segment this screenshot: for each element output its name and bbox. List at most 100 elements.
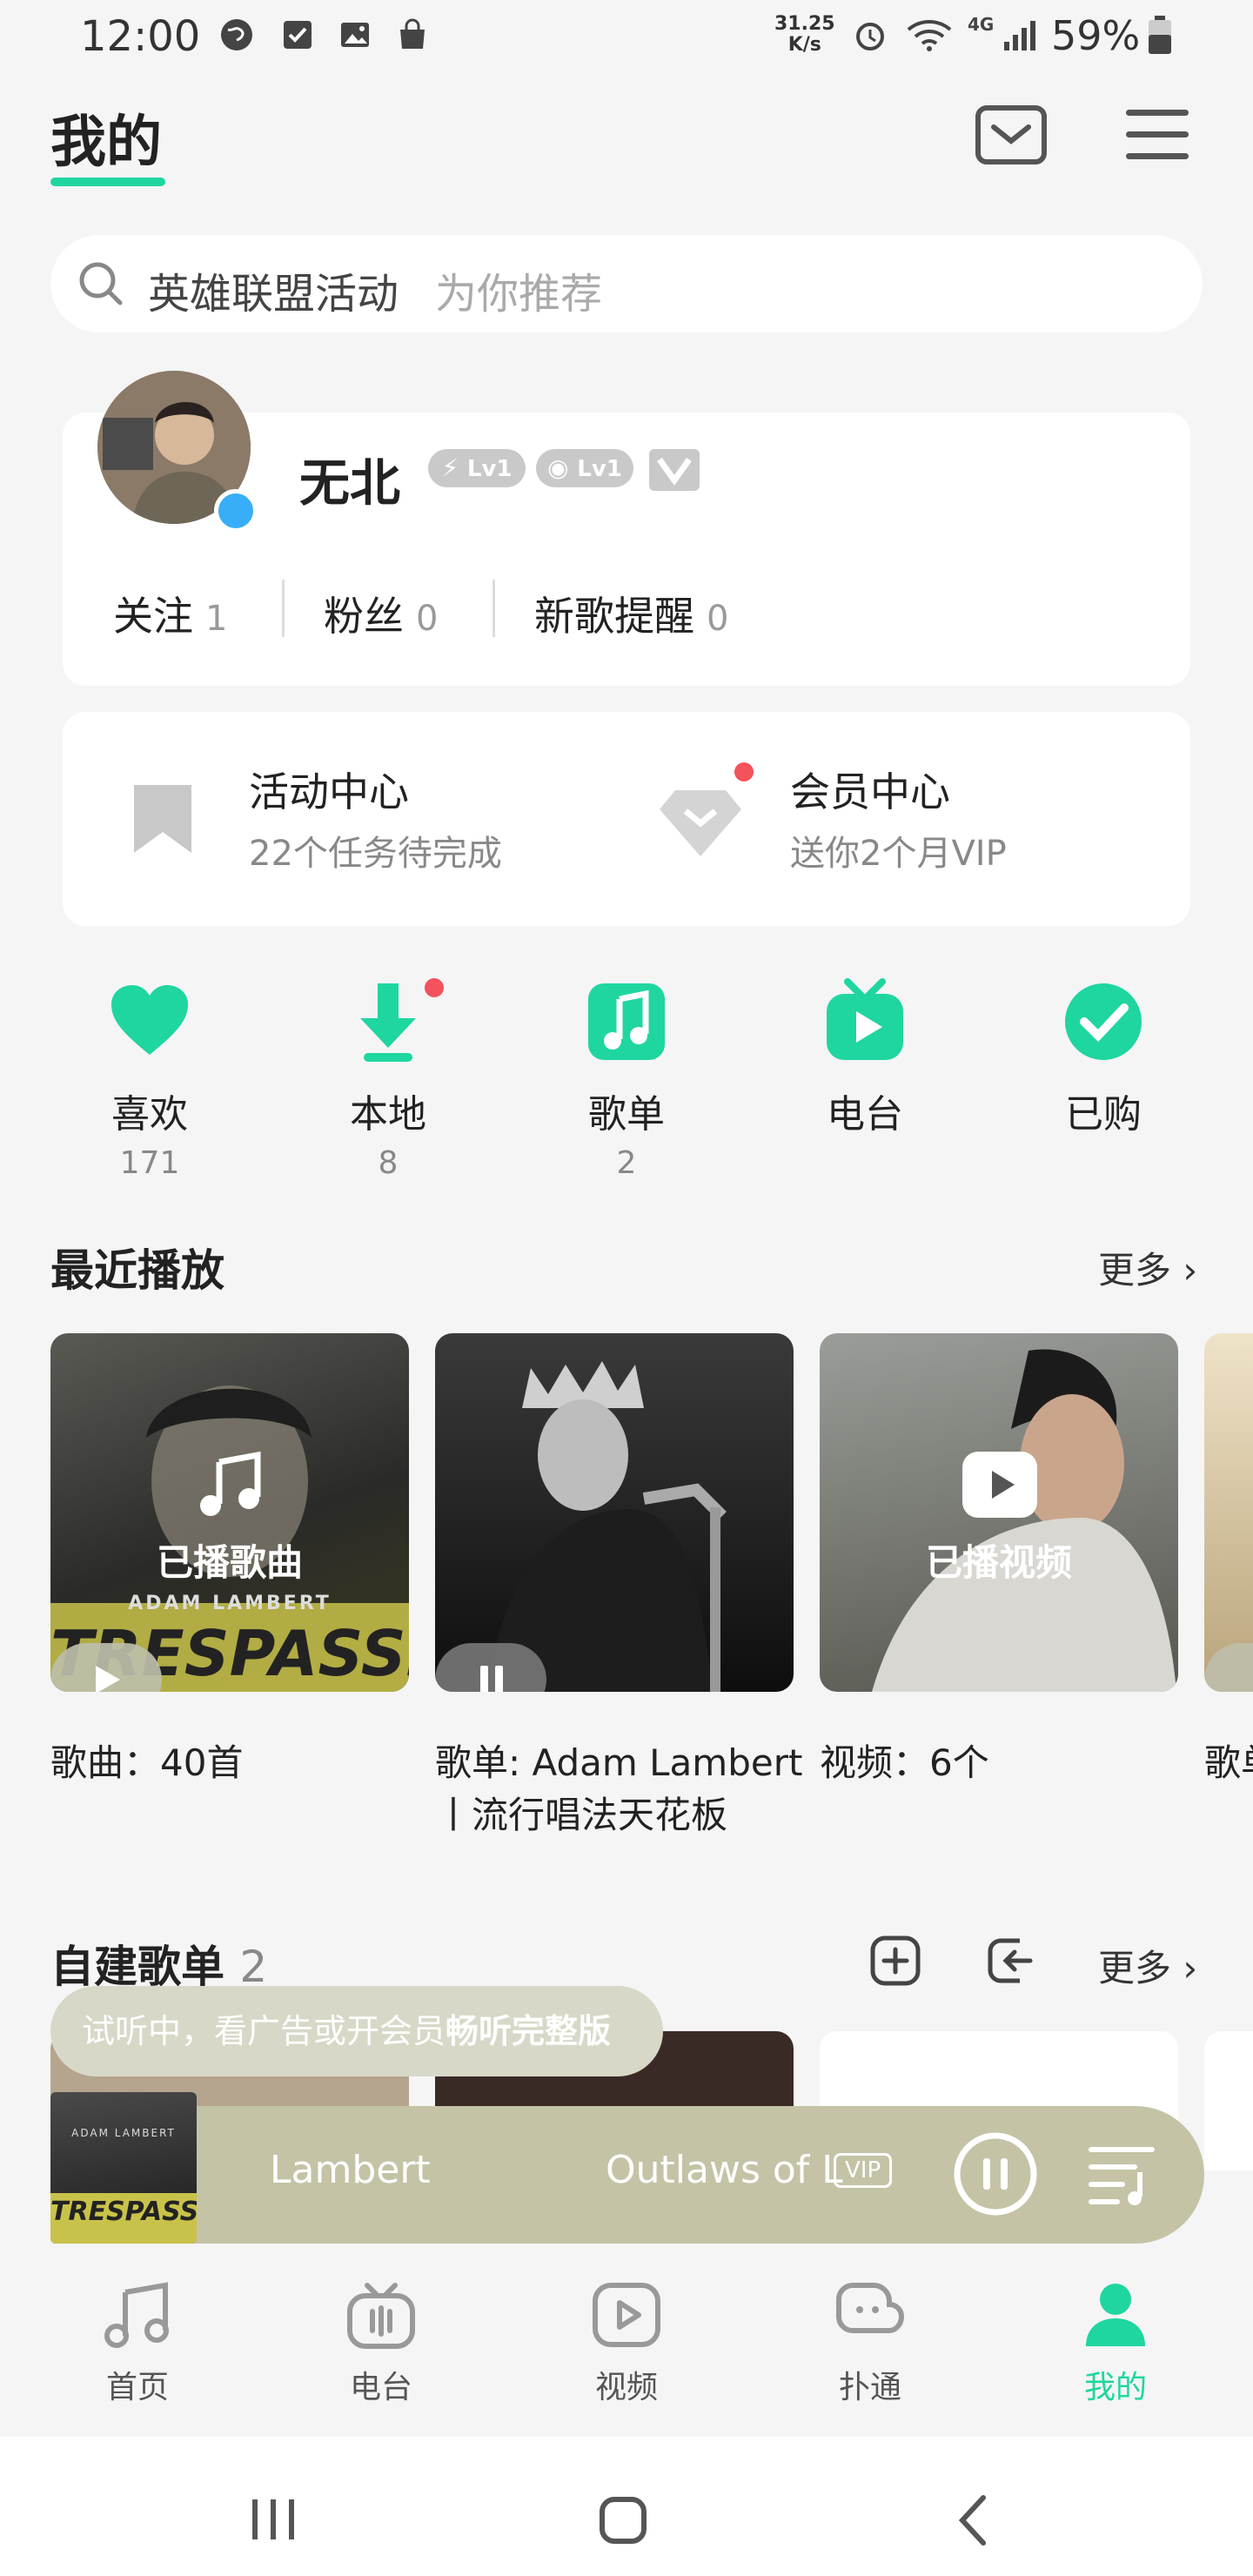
play-button[interactable] [1204,1643,1253,1692]
pause-icon [480,1666,503,1692]
vip-badge-icon[interactable] [649,449,700,491]
search-bar[interactable]: 英雄联盟活动 为你推荐 [50,235,1203,332]
activity-center-title: 活动中心 [249,768,409,815]
play-icon [96,1666,120,1692]
playlist-queue-icon[interactable] [1088,2141,1156,2207]
system-nav-bar [0,2437,1253,2576]
recent-playlist-tile-2[interactable] [1204,1333,1253,1692]
activity-center-subtitle: 22个任务待完成 [249,834,502,874]
player-artist: Lambert [270,2148,431,2192]
username[interactable]: 无北 [299,442,400,515]
trial-toast[interactable]: 试听中，看广告或开会员畅听完整版 [50,1986,663,2076]
tab-video[interactable]: 视频 [548,2280,705,2407]
search-icon [79,262,123,305]
online-badge [214,489,258,533]
pause-button[interactable] [435,1643,546,1692]
alarm-icon [856,23,884,50]
globe-icon [221,19,252,50]
level-badge-lightning[interactable]: ⚡ Lv1 [428,449,526,487]
vip-center-entry[interactable]: 会员中心 送你2个月VIP [658,750,1163,889]
tab-home[interactable]: 首页 [59,2280,216,2407]
music-note-icon [588,983,665,1060]
playlist-card[interactable] [1204,2031,1253,2170]
cover-artist-text: ADAM LAMBERT [71,2127,176,2139]
player-song-title: Outlaws of L [606,2148,843,2192]
quick-label: 本地 [350,1092,426,1137]
quick-count: 171 [119,1145,180,1181]
recent-title: 最近播放 [50,1245,224,1296]
tab-label: 首页 [105,2370,169,2405]
radio-icon [347,2283,415,2349]
tab-radio[interactable]: 电台 [303,2280,459,2407]
quick-liked[interactable]: 喜欢 171 [71,978,228,1181]
quick-count: 8 [378,1145,399,1181]
music-note-icon [200,1452,261,1516]
level-badge-disc[interactable]: ◉ Lv1 [536,449,633,487]
vip-center-title: 会员中心 [790,768,950,815]
check-circle-icon [1065,983,1142,1060]
notification-dot [425,978,444,997]
recent-more-link[interactable]: 更多 › [1098,1241,1197,1294]
divider [282,580,285,637]
image-icon [341,23,369,47]
network-type: 4G [968,14,995,35]
play-video-icon [962,1452,1037,1518]
custom-playlists-more-link[interactable]: 更多 › [1098,1939,1197,1992]
quick-radio[interactable]: 电台 [787,978,943,1138]
tab-putong[interactable]: 扑通 [792,2280,948,2407]
album-artist-text: ADAM LAMBERT [128,1593,332,1614]
quick-playlists[interactable]: 歌单 2 [548,978,705,1181]
vip-tag: VIP [834,2153,893,2188]
battery-percent: 59% [1051,12,1141,59]
person-icon [1086,2284,1145,2346]
network-speed: 31.25 K/s [774,13,835,56]
divider [492,580,495,637]
home-icon[interactable] [599,2496,647,2545]
video-play-icon [593,2283,660,2347]
checkbox-icon [284,21,312,49]
activity-center-entry[interactable]: 活动中心 22个任务待完成 [122,750,609,889]
heart-icon [111,985,188,1055]
radio-tv-icon [827,978,903,1060]
menu-icon[interactable] [1126,108,1189,162]
tile-overlay-label: 已播歌曲 [156,1541,303,1584]
player-cover[interactable]: ADAM LAMBERT TRESPASSING [50,2092,197,2244]
music-note-icon [104,2282,169,2348]
recent-apps-icon[interactable] [249,2498,298,2541]
tile-overlay-label: 已播视频 [925,1541,1072,1584]
quick-local[interactable]: 本地 8 [310,978,466,1181]
page-title[interactable]: 我的 [50,97,162,178]
title-underline [50,178,165,186]
pause-icon[interactable] [952,2130,1039,2217]
play-button[interactable] [50,1643,162,1692]
tab-label: 视频 [594,2370,658,2405]
vip-center-subtitle: 送你2个月VIP [790,834,1007,874]
recent-videos-tile[interactable]: 已播视频 [820,1333,1178,1692]
quick-label: 喜欢 [111,1092,188,1137]
import-playlist-icon[interactable] [985,1935,1035,1986]
battery-icon [1149,16,1171,54]
mini-player[interactable]: Lambert Outlaws of L VIP [50,2106,1204,2244]
back-icon[interactable] [955,2494,990,2546]
quick-purchased[interactable]: 已购 [1025,978,1182,1138]
search-query: 英雄联盟活动 [148,270,399,319]
bookmark-icon [134,785,191,853]
quick-count: 2 [616,1145,637,1181]
diamond-icon [660,790,741,856]
tab-label: 我的 [1083,2370,1147,2405]
quick-label: 已购 [1065,1092,1142,1137]
tab-mine[interactable]: 我的 [1037,2280,1194,2407]
tile-caption: 歌单 [1204,1741,1253,1784]
recent-songs-tile[interactable]: 已播歌曲 ADAM LAMBERT TRESPASSING [50,1333,409,1692]
followers-stat[interactable]: 粉丝 0 [324,585,438,642]
message-icon[interactable] [975,104,1048,165]
new-song-alert-stat[interactable]: 新歌提醒 0 [534,585,728,642]
tile-caption: 视频：6个 [820,1741,989,1784]
signal-icon [1004,21,1035,50]
status-time: 12:00 [80,12,201,61]
add-playlist-icon[interactable] [870,1935,921,1986]
recent-playlist-tile[interactable] [435,1333,794,1692]
shopping-bag-icon [400,18,425,49]
playlist-cover [487,1361,727,1692]
following-stat[interactable]: 关注 1 [113,585,227,642]
